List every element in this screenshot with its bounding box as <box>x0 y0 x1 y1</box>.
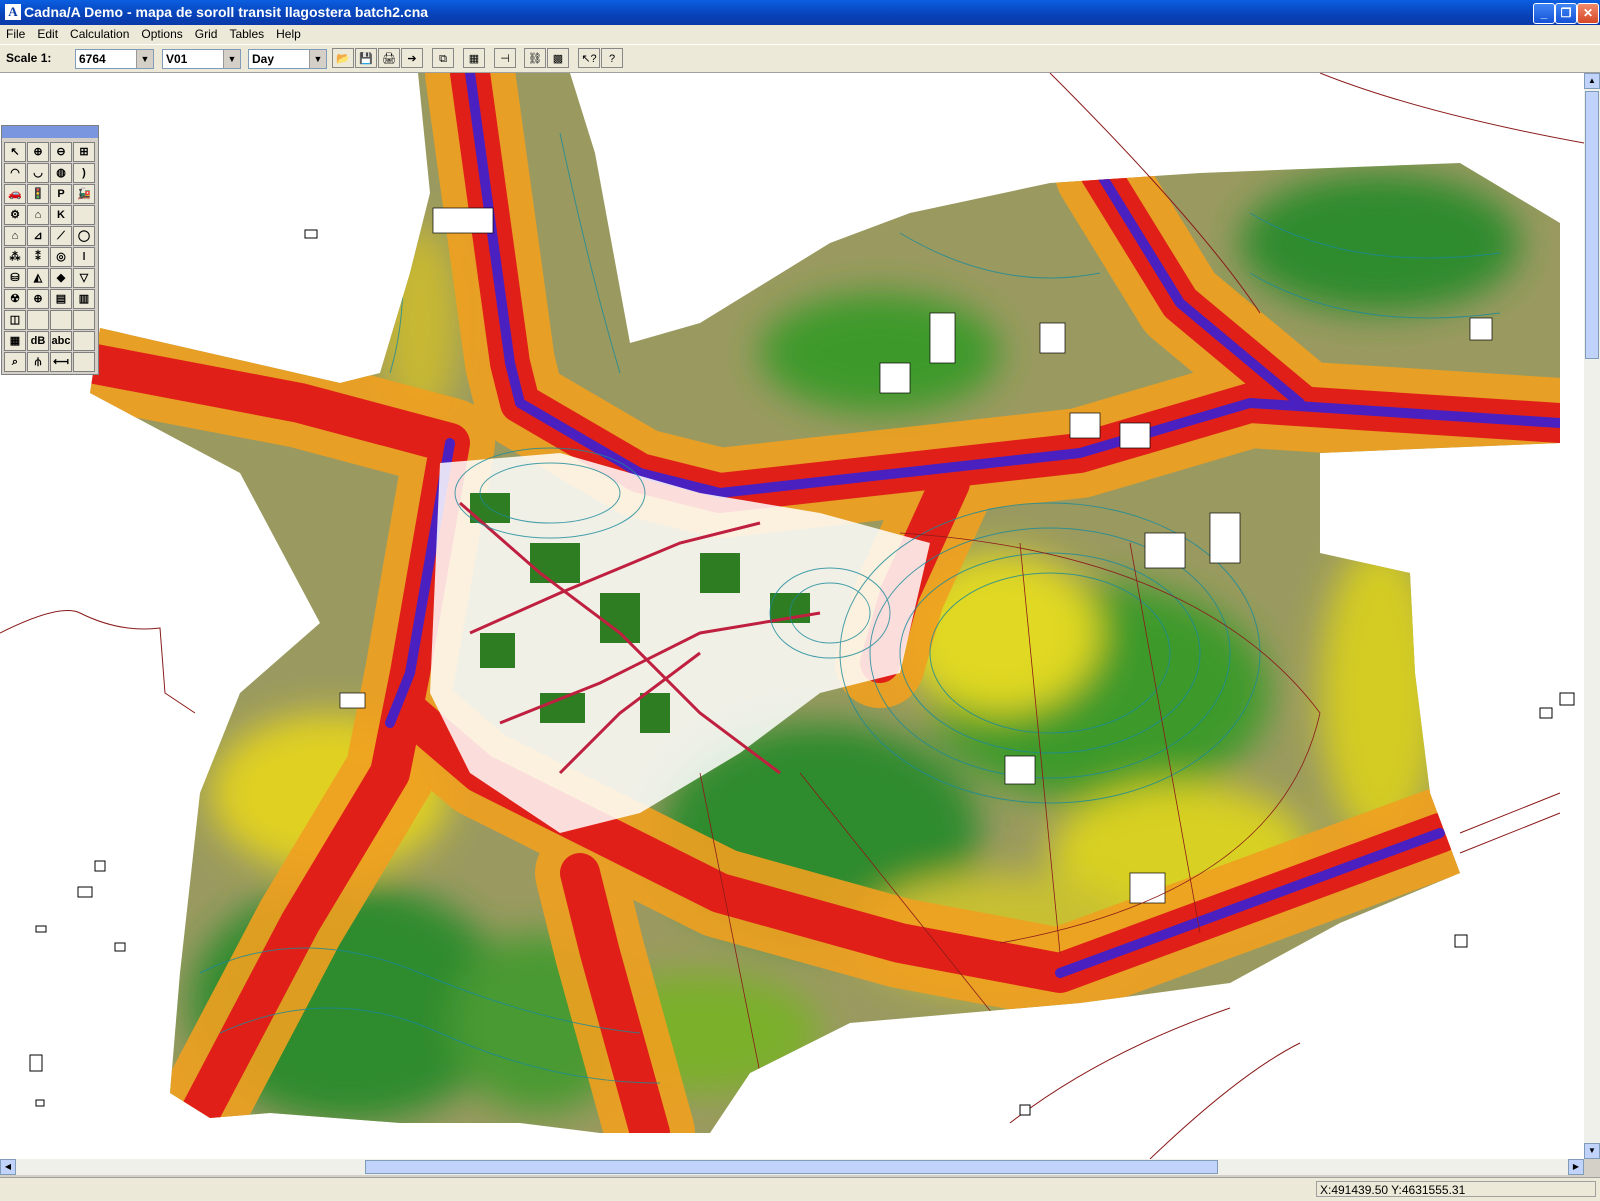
palette-grid: ↖ ⊕ ⊖ ⊞ ◠ ◡ ◍) 🚗 🚦 P 🚂 ⚙ ⌂ K ⌂ ⊿ ⟋ ◯ ⁂ ⁑ ◎ ǀ ⛁ ◭ ◆ ▽ ☢ ⊕ ▤ ▥ ◫ ▦ dB abc ⌕ ⫛… <box>4 142 95 372</box>
link-icon[interactable]: ⛓ <box>524 48 546 68</box>
scroll-down-icon[interactable]: ▼ <box>1584 1143 1600 1159</box>
menu-edit[interactable]: Edit <box>31 25 64 41</box>
horizontal-scroll-thumb[interactable] <box>365 1160 1218 1174</box>
palette-title-bar[interactable] <box>2 126 98 138</box>
menu-help[interactable]: Help <box>270 25 307 41</box>
calculator-icon[interactable]: ▦ <box>463 48 485 68</box>
area-source-icon[interactable]: ◍ <box>50 163 72 183</box>
trees-icon[interactable]: ⁂ <box>4 247 26 267</box>
building-icon[interactable]: ⌂ <box>4 226 26 246</box>
tool-palette: ↖ ⊕ ⊖ ⊞ ◠ ◡ ◍) 🚗 🚦 P 🚂 ⚙ ⌂ K ⌂ ⊿ ⟋ ◯ ⁂ ⁑ ◎ ǀ ⛁ ◭ ◆ ▽ ☢ ⊕ ▤ ▥ ◫ ▦ dB abc ⌕ ⫛… <box>1 125 99 375</box>
tank-icon[interactable]: ⛁ <box>4 268 26 288</box>
measure-icon[interactable]: ⌕ <box>4 352 26 372</box>
restore-button[interactable]: ❐ <box>1555 3 1577 24</box>
save-icon[interactable]: 💾 <box>355 48 377 68</box>
export-icon[interactable]: ➔ <box>401 48 423 68</box>
pointer-icon[interactable]: ↖ <box>4 142 26 162</box>
period-value: Day <box>252 52 275 66</box>
dropdown-icon[interactable]: ▽ <box>73 268 95 288</box>
zoom-window-icon[interactable]: ⊞ <box>73 142 95 162</box>
globe-icon[interactable]: ⊕ <box>27 289 49 309</box>
bitmap-icon[interactable]: ▤ <box>50 289 72 309</box>
contour-icon[interactable]: ◎ <box>50 247 72 267</box>
variant-value: V01 <box>166 52 188 66</box>
vertical-scroll-thumb[interactable] <box>1585 91 1599 359</box>
minimize-button[interactable]: _ <box>1533 3 1555 24</box>
scale-select[interactable]: 6764 ▼ <box>75 49 154 69</box>
open-icon[interactable]: 📂 <box>332 48 354 68</box>
k-icon[interactable]: K <box>50 205 72 225</box>
menu-options[interactable]: Options <box>135 25 188 41</box>
help-icon[interactable]: ? <box>601 48 623 68</box>
barrier-icon[interactable]: ⊿ <box>27 226 49 246</box>
empty-slot-icon-5 <box>73 331 95 351</box>
text-icon[interactable]: abc <box>50 331 72 351</box>
embankment-icon[interactable]: ⟋ <box>50 226 72 246</box>
map-canvas[interactable]: ↖ ⊕ ⊖ ⊞ ◠ ◡ ◍) 🚗 🚦 P 🚂 ⚙ ⌂ K ⌂ ⊿ ⟋ ◯ ⁂ ⁑ ◎ ǀ ⛁ ◭ ◆ ▽ ☢ ⊕ ▤ ▥ ◫ ▦ dB abc ⌕ ⫛… <box>0 73 1584 1159</box>
zoom-out-icon[interactable]: ⊖ <box>50 142 72 162</box>
toolbar: Scale 1: 6764 ▼ V01 ▼ Day ▼ 📂 💾 🖨 ➔ ⧉ ▦ … <box>0 45 1600 73</box>
noise-map <box>0 73 1584 1159</box>
menu-tables[interactable]: Tables <box>223 25 270 41</box>
coordinates-readout: X:491439.50 Y:4631555.31 <box>1316 1181 1596 1197</box>
industry-icon[interactable]: ⚙ <box>4 205 26 225</box>
cadna-app-icon: A <box>5 4 21 20</box>
menu-grid[interactable]: Grid <box>189 25 224 41</box>
road-icon[interactable]: 🚗 <box>4 184 26 204</box>
copy-icon[interactable]: ⧉ <box>432 48 454 68</box>
scroll-right-icon[interactable]: ▶ <box>1568 1159 1584 1175</box>
status-bar: X:491439.50 Y:4631555.31 <box>0 1177 1600 1201</box>
horizontal-scrollbar[interactable]: ◀ ▶ <box>0 1159 1584 1175</box>
distance-icon[interactable]: ⟻ <box>50 352 72 372</box>
traffic-light-icon[interactable]: 🚦 <box>27 184 49 204</box>
vertical-scrollbar[interactable]: ▲ ▼ <box>1584 73 1600 1159</box>
chevron-down-icon[interactable]: ▼ <box>136 50 153 68</box>
cylinder-icon[interactable]: ◯ <box>73 226 95 246</box>
parking-icon[interactable]: P <box>50 184 72 204</box>
radiation-icon[interactable]: ☢ <box>4 289 26 309</box>
period-select[interactable]: Day ▼ <box>248 49 327 69</box>
empty-slot-icon <box>73 205 95 225</box>
ground-area-icon[interactable]: ◆ <box>50 268 72 288</box>
scale-label: Scale 1: <box>6 51 52 65</box>
scroll-left-icon[interactable]: ◀ <box>0 1159 16 1175</box>
scroll-up-icon[interactable]: ▲ <box>1584 73 1600 89</box>
vertical-source-icon[interactable]: ) <box>73 163 95 183</box>
line-source-icon[interactable]: ◡ <box>27 163 49 183</box>
menu-file[interactable]: File <box>0 25 31 41</box>
receiver-area-icon[interactable]: ◫ <box>4 310 26 330</box>
forest-icon[interactable]: ⁑ <box>27 247 49 267</box>
window-title: Cadna/A Demo - mapa de soroll transit ll… <box>24 4 429 20</box>
grid-calc-icon[interactable]: ▩ <box>547 48 569 68</box>
table-icon[interactable]: ▥ <box>73 289 95 309</box>
db-icon[interactable]: dB <box>27 331 49 351</box>
empty-slot-icon-2 <box>27 310 49 330</box>
chevron-down-icon[interactable]: ▼ <box>223 50 240 68</box>
section-icon[interactable]: ⫛ <box>27 352 49 372</box>
zoom-in-icon[interactable]: ⊕ <box>27 142 49 162</box>
title-bar: A Cadna/A Demo - mapa de soroll transit … <box>0 0 1600 25</box>
menu-calculation[interactable]: Calculation <box>64 25 135 41</box>
chevron-down-icon[interactable]: ▼ <box>309 50 326 68</box>
pin-icon[interactable]: ⊣ <box>494 48 516 68</box>
building-hall-icon[interactable]: ⌂ <box>27 205 49 225</box>
variant-select[interactable]: V01 ▼ <box>162 49 241 69</box>
railway-icon[interactable]: 🚂 <box>73 184 95 204</box>
point-source-icon[interactable]: ◠ <box>4 163 26 183</box>
empty-slot-icon-6 <box>73 352 95 372</box>
empty-slot-icon-4 <box>73 310 95 330</box>
print-icon[interactable]: 🖨 <box>378 48 400 68</box>
height-point-icon[interactable]: ǀ <box>73 247 95 267</box>
menu-bar: File Edit Calculation Options Grid Tables Help <box>0 25 1600 45</box>
grid-icon[interactable]: ▦ <box>4 331 26 351</box>
terrain-icon[interactable]: ◭ <box>27 268 49 288</box>
close-button[interactable]: ✕ <box>1577 3 1599 24</box>
context-help-icon[interactable]: ↖? <box>578 48 600 68</box>
scale-value: 6764 <box>79 52 106 66</box>
empty-slot-icon-3 <box>50 310 72 330</box>
noise-grid-area <box>90 73 1560 1133</box>
